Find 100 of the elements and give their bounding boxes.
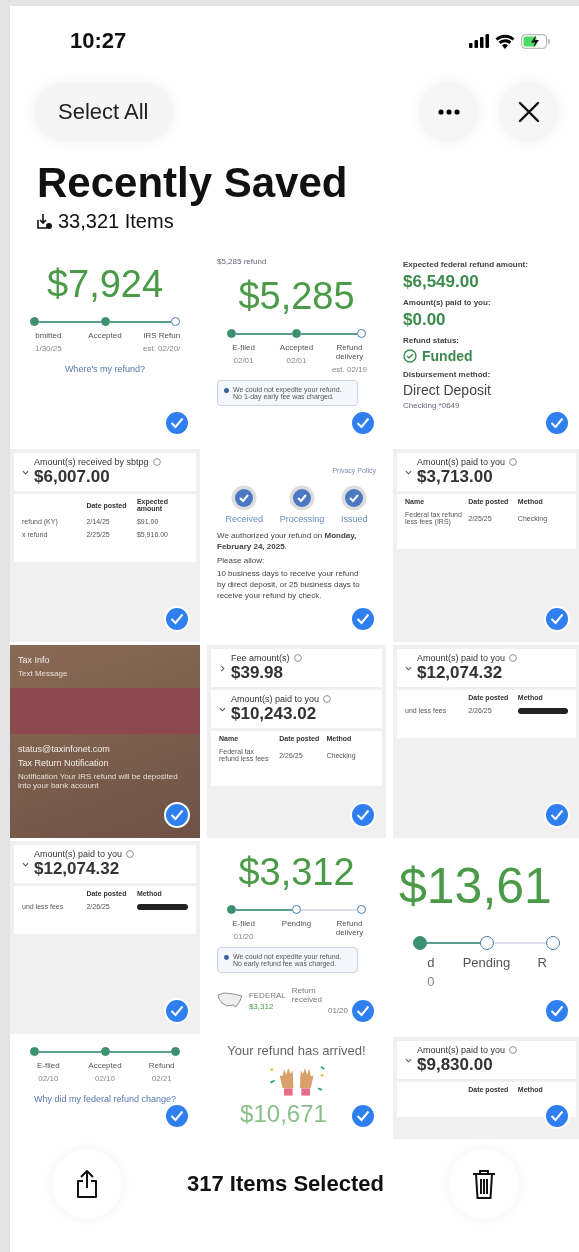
refund-amount: $7,924 bbox=[45, 263, 165, 306]
progress-line bbox=[301, 332, 357, 335]
step-label: Processing bbox=[279, 514, 325, 524]
step-label: E-filed bbox=[232, 343, 255, 352]
paragraph: Please allow: bbox=[217, 555, 266, 567]
message-text: Your refund has arrived! bbox=[226, 1043, 367, 1058]
message-text: Notification Your IRS refund will be deposited into your bank account bbox=[18, 772, 179, 790]
step-label: Pending bbox=[281, 919, 312, 928]
screenshot-thumbnail[interactable]: Tax Info Text Message status@taxinfonet.com Tax Return Notification Notification Your IRS refund will be deposited into your bank account bbox=[10, 645, 200, 838]
selection-check-icon[interactable] bbox=[350, 410, 376, 436]
field-label: Refund status: bbox=[403, 336, 460, 345]
selection-check-icon[interactable] bbox=[544, 410, 570, 436]
selection-check-icon[interactable] bbox=[350, 1103, 376, 1129]
amount-value: $12,074.32 bbox=[34, 859, 121, 879]
info-icon bbox=[509, 1046, 518, 1054]
selection-check-icon[interactable] bbox=[544, 606, 570, 632]
selection-check-icon[interactable] bbox=[544, 802, 570, 828]
paragraph: We authorized your refund on Monday, February 24, 2025. bbox=[217, 531, 358, 553]
chevron-icon[interactable] bbox=[405, 468, 412, 476]
selection-check-icon[interactable] bbox=[164, 998, 190, 1024]
caption-text: Checking *0649 bbox=[403, 401, 461, 410]
info-icon bbox=[509, 654, 518, 662]
progress-line bbox=[109, 1050, 171, 1053]
info-icon bbox=[224, 386, 230, 395]
progress-line bbox=[301, 908, 357, 911]
step-label: Accepted bbox=[88, 1061, 122, 1070]
progress-line bbox=[39, 320, 101, 323]
step-date: 1/30/25 bbox=[34, 344, 62, 353]
trash-icon bbox=[471, 1168, 497, 1200]
chevron-icon[interactable] bbox=[405, 1056, 412, 1064]
info-icon bbox=[152, 458, 161, 466]
step-date: 02/10 bbox=[38, 1074, 59, 1083]
refund-amount: $5,285 bbox=[237, 275, 356, 318]
chevron-icon[interactable] bbox=[219, 664, 226, 672]
section-heading: Amount(s) paid to you bbox=[417, 653, 506, 663]
step-date: 02/21 bbox=[151, 1074, 172, 1083]
selection-check-icon[interactable] bbox=[164, 606, 190, 632]
step-date: 0 bbox=[427, 974, 435, 989]
selection-check-icon[interactable] bbox=[544, 998, 570, 1024]
step-label: Refund delivery bbox=[334, 919, 365, 937]
step-date: 01/20 bbox=[233, 932, 254, 941]
chevron-icon[interactable] bbox=[22, 468, 29, 476]
progress-line bbox=[109, 320, 171, 323]
select-all-button[interactable]: Select All bbox=[34, 83, 173, 141]
signal-icon bbox=[469, 34, 489, 48]
amount-value: $0.00 bbox=[403, 310, 447, 330]
info-icon bbox=[126, 850, 135, 858]
return-date: 01/20 bbox=[327, 1006, 348, 1015]
status-time: 10:27 bbox=[70, 28, 127, 54]
share-icon bbox=[75, 1169, 99, 1199]
selection-check-icon[interactable] bbox=[164, 1103, 190, 1129]
battery-charging-icon bbox=[521, 33, 551, 49]
field-label: Amount(s) paid to you: bbox=[403, 298, 492, 307]
status-text: Funded bbox=[422, 348, 473, 364]
refund-amount: $3,312 bbox=[237, 851, 356, 894]
chevron-icon[interactable] bbox=[22, 860, 29, 868]
item-count: 33,321 Items bbox=[58, 210, 174, 233]
amount-value: $9,830.00 bbox=[417, 1055, 494, 1075]
help-link[interactable]: Why did my federal refund change? bbox=[20, 1094, 190, 1104]
section-heading: Amount(s) paid to you bbox=[231, 694, 320, 704]
info-icon bbox=[293, 654, 302, 662]
field-label: Expected federal refund amount: bbox=[403, 260, 529, 269]
federal-amount: $3,312 bbox=[248, 1001, 275, 1011]
field-value: Direct Deposit bbox=[403, 382, 492, 398]
help-link[interactable]: Where's my refund? bbox=[20, 364, 190, 374]
return-status: Return received bbox=[291, 986, 324, 1004]
step-label: Issued bbox=[341, 514, 368, 524]
selection-check-icon[interactable] bbox=[350, 998, 376, 1024]
amount-value: $39.98 bbox=[231, 663, 284, 683]
selection-check-icon[interactable] bbox=[350, 606, 376, 632]
selection-check-icon[interactable] bbox=[544, 1103, 570, 1129]
selection-count: 317 Items Selected bbox=[187, 1171, 384, 1197]
chevron-icon[interactable] bbox=[219, 705, 226, 713]
amount-value: $6,549.00 bbox=[403, 272, 480, 292]
federal-label: FEDERAL bbox=[248, 990, 286, 1000]
selection-check-icon[interactable] bbox=[164, 410, 190, 436]
message-text: Tax Info bbox=[18, 655, 51, 665]
section-heading: Amount(s) paid to you bbox=[417, 1045, 506, 1055]
amount-value: $10,243.02 bbox=[231, 704, 318, 724]
info-icon bbox=[509, 458, 518, 466]
caption-text: $5,285 refund bbox=[217, 257, 268, 266]
amount-value: $12,074.32 bbox=[417, 663, 504, 683]
selection-check-icon[interactable] bbox=[164, 802, 190, 828]
amount-value: $6,007.00 bbox=[34, 467, 111, 487]
amount-value: $3,713.00 bbox=[417, 467, 494, 487]
step-label: Accepted bbox=[88, 331, 122, 340]
step-label: Received bbox=[225, 514, 263, 524]
info-icon bbox=[323, 695, 332, 703]
selection-check-icon[interactable] bbox=[350, 802, 376, 828]
info-icon bbox=[224, 953, 229, 962]
section-heading: Fee amount(s) bbox=[231, 653, 290, 663]
step-label: R bbox=[537, 955, 547, 970]
check-circle-icon bbox=[403, 349, 417, 363]
step-date: est. 02/19 bbox=[331, 365, 368, 374]
progress-line bbox=[427, 942, 480, 944]
message-text: status@taxinfonet.com bbox=[18, 744, 111, 754]
field-label: Disbursement method: bbox=[403, 370, 492, 379]
chevron-icon[interactable] bbox=[405, 664, 412, 672]
album-title: Recently Saved bbox=[37, 158, 349, 208]
close-icon bbox=[517, 100, 541, 124]
